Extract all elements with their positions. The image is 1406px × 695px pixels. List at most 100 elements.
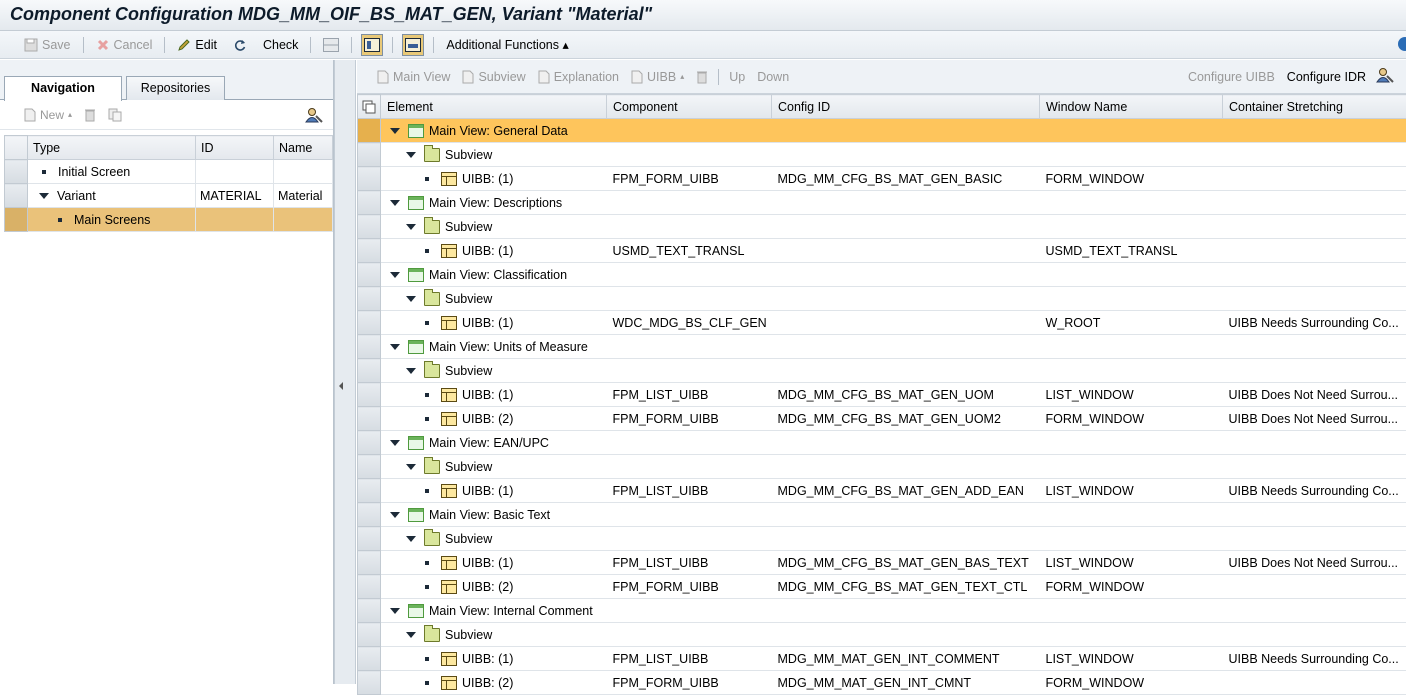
row-selector[interactable] <box>358 119 381 143</box>
tab-navigation[interactable]: Navigation <box>4 76 122 101</box>
collapse-triangle-icon[interactable] <box>390 608 400 614</box>
row-selector[interactable] <box>358 431 381 455</box>
row-selector[interactable] <box>358 383 381 407</box>
column-header-name[interactable]: Name <box>274 136 333 160</box>
table-row[interactable]: UIBB: (1)USMD_TEXT_TRANSLUSMD_TEXT_TRANS… <box>358 239 1406 263</box>
layout-horizontal-button[interactable] <box>320 34 342 56</box>
cancel-button[interactable]: Cancel <box>88 34 161 56</box>
table-row[interactable]: UIBB: (1)FPM_LIST_UIBBMDG_MM_CFG_BS_MAT_… <box>358 479 1406 503</box>
column-header-type[interactable]: Type <box>28 136 196 160</box>
row-selector[interactable] <box>358 359 381 383</box>
collapse-triangle-icon[interactable] <box>406 536 416 542</box>
row-selector[interactable] <box>358 335 381 359</box>
row-selector[interactable] <box>358 407 381 431</box>
panel-splitter[interactable] <box>334 60 356 684</box>
column-header-element[interactable]: Element <box>381 95 607 119</box>
check-button[interactable]: Check <box>225 34 306 56</box>
column-header-id[interactable]: ID <box>196 136 274 160</box>
row-selector[interactable] <box>358 479 381 503</box>
uibb-button[interactable]: UIBB ▴ <box>625 66 690 88</box>
row-selector[interactable] <box>358 167 381 191</box>
table-row[interactable]: Subview <box>358 623 1406 647</box>
table-row[interactable]: UIBB: (1)FPM_LIST_UIBBMDG_MM_CFG_BS_MAT_… <box>358 551 1406 575</box>
collapse-triangle-icon[interactable] <box>390 272 400 278</box>
column-header-config-id[interactable]: Config ID <box>772 95 1040 119</box>
row-selector[interactable] <box>358 455 381 479</box>
row-selector[interactable] <box>358 143 381 167</box>
tab-repositories[interactable]: Repositories <box>126 76 225 100</box>
row-selector[interactable] <box>358 263 381 287</box>
up-button[interactable]: Up <box>723 66 751 88</box>
new-button[interactable]: New ▴ <box>18 104 78 126</box>
table-row[interactable]: UIBB: (1)FPM_LIST_UIBBMDG_MM_MAT_GEN_INT… <box>358 647 1406 671</box>
collapse-triangle-icon[interactable] <box>406 464 416 470</box>
collapse-left-arrow-icon[interactable] <box>339 382 343 390</box>
table-row[interactable]: Main View: Basic Text <box>358 503 1406 527</box>
collapse-triangle-icon[interactable] <box>390 128 400 134</box>
configure-uibb-button[interactable]: Configure UIBB <box>1182 66 1281 88</box>
table-row[interactable]: Main View: Internal Comment <box>358 599 1406 623</box>
down-button[interactable]: Down <box>751 66 795 88</box>
table-row[interactable]: UIBB: (1)FPM_LIST_UIBBMDG_MM_CFG_BS_MAT_… <box>358 383 1406 407</box>
collapse-triangle-icon[interactable] <box>390 344 400 350</box>
subview-button[interactable]: Subview <box>456 66 531 88</box>
additional-functions-button[interactable]: Additional Functions ▴ <box>438 34 576 56</box>
collapse-triangle-icon[interactable] <box>406 632 416 638</box>
table-row[interactable]: Main View: General Data <box>358 119 1406 143</box>
column-header-component[interactable]: Component <box>607 95 772 119</box>
row-selector[interactable] <box>358 287 381 311</box>
row-selector[interactable] <box>358 215 381 239</box>
layout-split-button[interactable] <box>402 34 424 56</box>
table-row[interactable]: Subview <box>358 527 1406 551</box>
row-selector[interactable] <box>358 599 381 623</box>
explanation-button[interactable]: Explanation <box>532 66 625 88</box>
collapse-triangle-icon[interactable] <box>390 512 400 518</box>
row-selector[interactable] <box>5 208 28 232</box>
table-row[interactable]: UIBB: (1)WDC_MDG_BS_CLF_GENW_ROOTUIBB Ne… <box>358 311 1406 335</box>
table-row[interactable]: Subview <box>358 359 1406 383</box>
collapse-triangle-icon[interactable] <box>390 200 400 206</box>
table-row[interactable]: Subview <box>358 215 1406 239</box>
row-selector[interactable] <box>358 527 381 551</box>
collapse-triangle-icon[interactable] <box>39 193 49 199</box>
row-selector[interactable] <box>358 647 381 671</box>
table-row[interactable]: Subview <box>358 455 1406 479</box>
table-row[interactable]: Main View: Descriptions <box>358 191 1406 215</box>
collapse-triangle-icon[interactable] <box>406 152 416 158</box>
table-row[interactable]: UIBB: (2)FPM_FORM_UIBBMDG_MM_CFG_BS_MAT_… <box>358 575 1406 599</box>
delete-element-button[interactable] <box>690 66 714 88</box>
column-header-container-stretching[interactable]: Container Stretching <box>1223 95 1406 119</box>
nav-row-initial-screen[interactable]: Initial Screen <box>5 160 333 184</box>
select-all-header[interactable] <box>5 136 28 160</box>
save-button[interactable]: Save <box>16 34 79 56</box>
help-icon[interactable] <box>1398 37 1406 51</box>
table-row[interactable]: UIBB: (2)FPM_FORM_UIBBMDG_MM_MAT_GEN_INT… <box>358 671 1406 695</box>
main-view-button[interactable]: Main View <box>371 66 456 88</box>
nav-row-main-screens[interactable]: Main Screens <box>5 208 333 232</box>
table-row[interactable]: Main View: Units of Measure <box>358 335 1406 359</box>
edit-button[interactable]: Edit <box>169 34 225 56</box>
table-row[interactable]: Subview <box>358 287 1406 311</box>
row-selector[interactable] <box>358 311 381 335</box>
row-selector[interactable] <box>358 575 381 599</box>
collapse-triangle-icon[interactable] <box>406 296 416 302</box>
personalize-button[interactable] <box>1376 67 1394 86</box>
row-selector[interactable] <box>5 160 28 184</box>
row-selector[interactable] <box>358 503 381 527</box>
select-all-header[interactable] <box>358 95 381 119</box>
nav-row-variant[interactable]: Variant MATERIAL Material <box>5 184 333 208</box>
row-selector[interactable] <box>358 671 381 695</box>
table-row[interactable]: Subview <box>358 143 1406 167</box>
row-selector[interactable] <box>358 551 381 575</box>
layout-vertical-button[interactable] <box>361 34 383 56</box>
personalize-button[interactable] <box>305 107 323 126</box>
row-selector[interactable] <box>358 623 381 647</box>
row-selector[interactable] <box>358 191 381 215</box>
delete-button[interactable] <box>78 104 102 126</box>
collapse-triangle-icon[interactable] <box>406 368 416 374</box>
table-row[interactable]: UIBB: (2)FPM_FORM_UIBBMDG_MM_CFG_BS_MAT_… <box>358 407 1406 431</box>
row-selector[interactable] <box>5 184 28 208</box>
row-selector[interactable] <box>358 239 381 263</box>
collapse-triangle-icon[interactable] <box>390 440 400 446</box>
table-row[interactable]: UIBB: (1)FPM_FORM_UIBBMDG_MM_CFG_BS_MAT_… <box>358 167 1406 191</box>
